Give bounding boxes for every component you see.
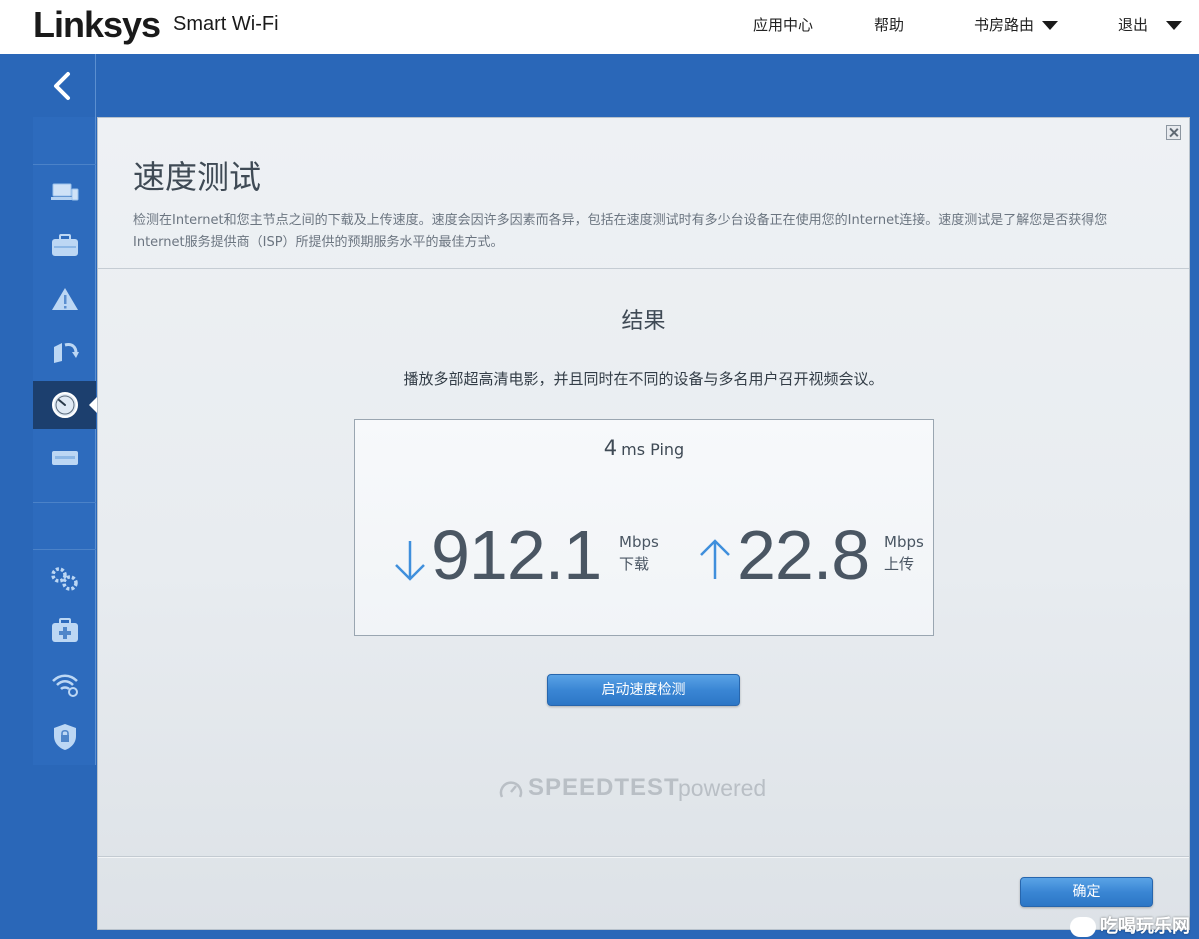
watermark: 吃喝玩乐网 bbox=[1070, 912, 1199, 939]
ok-button[interactable]: 确定 bbox=[1020, 877, 1153, 907]
chevron-down-icon bbox=[1042, 21, 1059, 30]
wireless-settings-icon bbox=[51, 674, 78, 697]
watermark-text: 吃喝玩乐网 bbox=[1100, 916, 1190, 937]
close-icon[interactable] bbox=[1166, 125, 1181, 140]
download-unit: Mbps bbox=[619, 533, 659, 551]
results-description: 播放多部超高清电影，并且同时在不同的设备与多名用户召开视频会议。 bbox=[403, 370, 884, 388]
sidebar-item-media-priority[interactable] bbox=[33, 328, 96, 376]
upload-label: 上传 bbox=[884, 555, 915, 573]
speed-test-dialog: 速度测试 检测在Internet和您主节点之间的下载及上传速度。速度会因许多因素… bbox=[97, 117, 1190, 930]
speedtest-powered-label: powered bbox=[678, 775, 767, 801]
speedometer-icon bbox=[51, 392, 78, 418]
ping-value: 4 bbox=[603, 436, 618, 460]
sidebar-item-devices[interactable] bbox=[33, 169, 96, 217]
security-shield-icon bbox=[53, 724, 76, 750]
alert-icon bbox=[51, 288, 78, 310]
router-select-dropdown[interactable]: 书房路由 bbox=[974, 14, 1059, 35]
results-title: 结果 bbox=[621, 309, 666, 334]
sidebar-item-security[interactable] bbox=[33, 713, 96, 761]
speedtest-gauge-icon bbox=[499, 781, 523, 798]
speedtest-wordmark: SPEEDTEST bbox=[528, 774, 680, 801]
top-header: Linksys Smart Wi-Fi 应用中心 帮助 书房路由 退出 bbox=[0, 0, 1199, 54]
upload-arrow-icon bbox=[700, 539, 730, 579]
sidebar-divider bbox=[33, 164, 96, 165]
router-name-label: 书房路由 bbox=[974, 16, 1035, 34]
ping-readout: 4 ms Ping bbox=[355, 436, 933, 460]
footer-divider bbox=[98, 856, 1189, 858]
sidebar-item-alerts[interactable] bbox=[33, 275, 96, 323]
upload-unit: Mbps bbox=[884, 533, 924, 551]
sidebar-divider bbox=[33, 502, 96, 503]
start-speed-test-button[interactable]: 启动速度检测 bbox=[547, 674, 740, 706]
nav-app-center-label: 应用中心 bbox=[753, 16, 814, 34]
sidebar-divider bbox=[33, 549, 96, 550]
sidebar-item-usb-storage[interactable] bbox=[33, 434, 96, 482]
toolbox-icon bbox=[51, 234, 78, 256]
troubleshooting-icon bbox=[51, 618, 78, 642]
back-chevron-icon[interactable] bbox=[48, 71, 76, 101]
sidebar-item-speed-test[interactable] bbox=[33, 381, 97, 429]
download-label: 下载 bbox=[619, 555, 650, 573]
download-arrow-icon bbox=[395, 541, 425, 581]
dialog-description: 检测在Internet和您主节点之间的下载及上传速度。速度会因许多因素而各异，包… bbox=[133, 213, 1108, 250]
sidebar-item-settings[interactable] bbox=[33, 554, 96, 602]
upload-speed-value: 22.8 bbox=[737, 516, 870, 594]
ping-label: ms Ping bbox=[621, 440, 685, 459]
chevron-down-icon bbox=[1166, 21, 1183, 30]
settings-gears-icon bbox=[50, 567, 78, 591]
chat-bubble-icon bbox=[1070, 917, 1096, 937]
media-prioritization-icon bbox=[53, 343, 79, 363]
download-speed-value: 912.1 bbox=[431, 516, 602, 594]
speedtest-powered-logo: SPEEDTEST powered bbox=[498, 774, 798, 804]
logout-label: 退出 bbox=[1118, 16, 1149, 34]
product-name: Smart Wi-Fi bbox=[173, 13, 279, 35]
nav-help-label: 帮助 bbox=[874, 16, 905, 34]
nav-app-center[interactable]: 应用中心 bbox=[753, 14, 813, 35]
sidebar-menu bbox=[33, 117, 97, 765]
usb-storage-icon bbox=[51, 451, 78, 465]
devices-icon bbox=[50, 183, 78, 201]
header-divider bbox=[98, 268, 1189, 269]
logout-menu[interactable]: 退出 bbox=[1118, 14, 1183, 35]
sidebar-item-wireless[interactable] bbox=[33, 660, 96, 708]
sidebar-item-tools[interactable] bbox=[33, 222, 96, 270]
linksys-logo: Linksys bbox=[33, 4, 161, 45]
sidebar-item-troubleshooting[interactable] bbox=[33, 607, 96, 655]
speed-result-panel: 4 ms Ping 912.1 Mbps 下载 22.8 Mbps 上传 bbox=[354, 419, 934, 636]
nav-help[interactable]: 帮助 bbox=[874, 14, 904, 35]
dialog-title: 速度测试 bbox=[133, 158, 262, 196]
